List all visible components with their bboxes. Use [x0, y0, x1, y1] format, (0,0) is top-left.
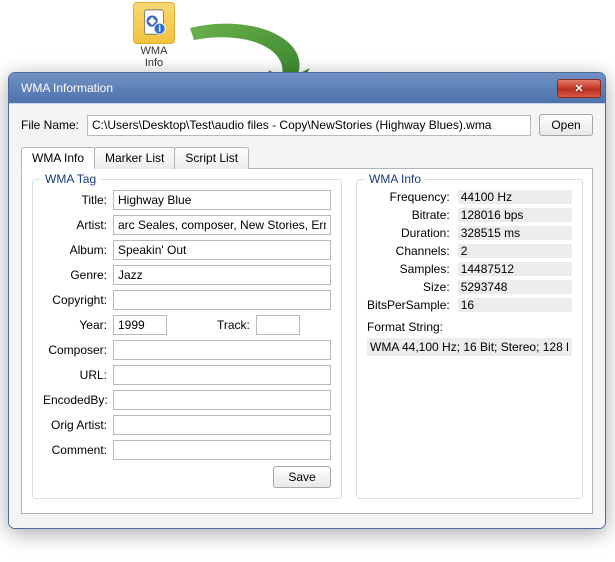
format-string-label: Format String: [367, 320, 572, 334]
url-input[interactable] [113, 365, 331, 385]
bitrate-label: Bitrate: [367, 208, 450, 222]
copyright-label: Copyright: [43, 293, 113, 307]
save-button[interactable]: Save [273, 466, 331, 488]
open-button[interactable]: Open [539, 114, 593, 136]
year-input[interactable] [113, 315, 167, 335]
wma-information-dialog: WMA Information ✕ File Name: Open WMA In… [8, 72, 606, 529]
genre-label: Genre: [43, 268, 113, 282]
tab-script-list[interactable]: Script List [174, 147, 249, 169]
duration-label: Duration: [367, 226, 450, 240]
tab-panel-wma-info: WMA Tag Title: Artist: Album: Genre [21, 168, 593, 514]
title-input[interactable] [113, 190, 331, 210]
composer-input[interactable] [113, 340, 331, 360]
size-value: 5293748 [458, 280, 572, 294]
artist-label: Artist: [43, 218, 113, 232]
window-title: WMA Information [21, 81, 557, 95]
wma-tag-group: WMA Tag Title: Artist: Album: Genre [32, 179, 342, 499]
wma-tag-legend: WMA Tag [41, 172, 100, 186]
close-icon: ✕ [574, 82, 583, 95]
track-label: Track: [217, 318, 250, 332]
frequency-value: 44100 Hz [458, 190, 572, 204]
samples-label: Samples: [367, 262, 450, 276]
orig-artist-input[interactable] [113, 415, 331, 435]
bitrate-value: 128016 bps [458, 208, 572, 222]
channels-label: Channels: [367, 244, 450, 258]
close-button[interactable]: ✕ [557, 79, 601, 98]
bps-label: BitsPerSample: [367, 298, 450, 312]
frequency-label: Frequency: [367, 190, 450, 204]
duration-value: 328515 ms [458, 226, 572, 240]
composer-label: Composer: [43, 343, 113, 357]
album-input[interactable] [113, 240, 331, 260]
genre-input[interactable] [113, 265, 331, 285]
orig-artist-label: Orig Artist: [43, 418, 113, 432]
encodedby-label: EncodedBy: [43, 393, 113, 407]
track-input[interactable] [256, 315, 300, 335]
format-string-value: WMA 44,100 Hz; 16 Bit; Stereo; 128 l [367, 338, 572, 356]
url-label: URL: [43, 368, 113, 382]
wma-info-icon [133, 2, 175, 44]
comment-input[interactable] [113, 440, 331, 460]
year-label: Year: [43, 318, 113, 332]
artist-input[interactable] [113, 215, 331, 235]
channels-value: 2 [458, 244, 572, 258]
tab-wma-info[interactable]: WMA Info [21, 147, 95, 169]
title-label: Title: [43, 193, 113, 207]
samples-value: 14487512 [458, 262, 572, 276]
desktop-icon-label: WMA Info [125, 45, 183, 69]
wma-info-group: WMA Info Frequency: 44100 Hz Bitrate: 12… [356, 179, 583, 499]
file-name-label: File Name: [21, 118, 79, 132]
file-name-input[interactable] [87, 115, 531, 136]
copyright-input[interactable] [113, 290, 331, 310]
encodedby-input[interactable] [113, 390, 331, 410]
desktop-file-icon[interactable]: WMA Info [125, 2, 183, 69]
comment-label: Comment: [43, 443, 113, 457]
size-label: Size: [367, 280, 450, 294]
bps-value: 16 [458, 298, 572, 312]
album-label: Album: [43, 243, 113, 257]
titlebar[interactable]: WMA Information ✕ [9, 73, 605, 103]
tab-marker-list[interactable]: Marker List [94, 147, 175, 169]
wma-info-legend: WMA Info [365, 172, 425, 186]
